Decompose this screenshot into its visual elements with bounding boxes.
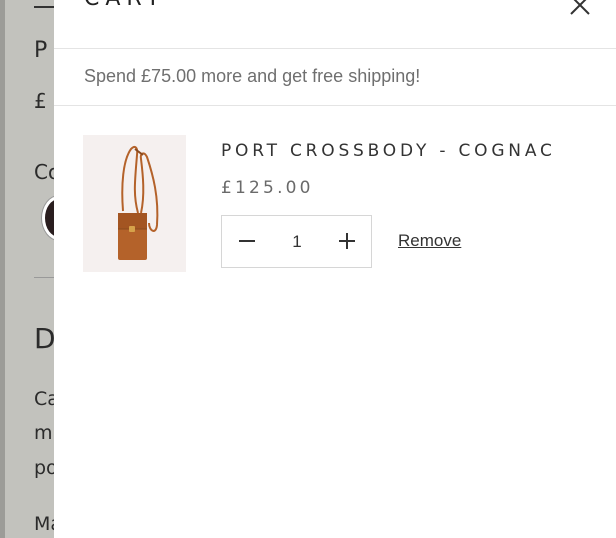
menu-icon[interactable] (34, 0, 56, 14)
free-shipping-message: Spend £75.00 more and get free shipping! (84, 66, 421, 86)
product-image[interactable] (83, 135, 186, 272)
background-product-title: P (34, 38, 48, 63)
minus-icon (239, 240, 255, 242)
plus-icon (339, 233, 355, 249)
background-section-heading: D (34, 322, 56, 355)
header-divider (54, 48, 616, 49)
product-title[interactable]: PORT CROSSBODY - COGNAC (221, 141, 556, 161)
cart-title: CART (84, 0, 166, 11)
shipping-divider (54, 105, 616, 106)
product-price: £125.00 (221, 178, 314, 198)
increase-quantity-button[interactable] (322, 216, 372, 267)
quantity-value[interactable]: 1 (272, 216, 322, 267)
remove-item-link[interactable]: Remove (398, 231, 461, 251)
background-product-price: £ (34, 89, 47, 113)
cart-drawer: CART Spend £75.00 more and get free ship… (54, 0, 616, 538)
close-icon[interactable] (569, 0, 591, 16)
decrease-quantity-button[interactable] (222, 216, 272, 267)
quantity-stepper: 1 (221, 215, 372, 268)
